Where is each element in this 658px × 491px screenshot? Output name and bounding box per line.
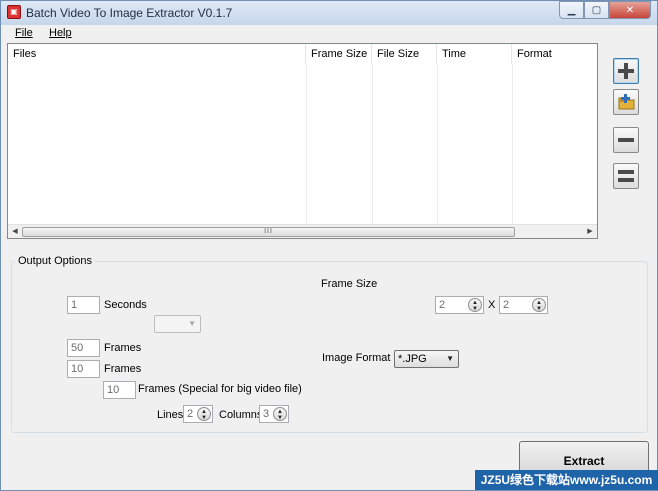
time-unit-select[interactable]: ▼ — [154, 315, 201, 333]
spinner-arrows-icon[interactable]: ▲ ▼ — [468, 298, 482, 312]
menu-help[interactable]: Help — [49, 27, 72, 39]
column-divider — [372, 64, 373, 228]
folder-add-icon — [618, 94, 635, 110]
frames-input-2[interactable]: 10 — [67, 360, 100, 378]
frames-input-1[interactable]: 50 — [67, 339, 100, 357]
lines-spinner[interactable]: 2 ▲ ▼ — [183, 405, 213, 423]
frame-size-separator: X — [488, 299, 496, 311]
scroll-right-arrow-icon[interactable]: ▶ — [585, 227, 595, 237]
seconds-input[interactable]: 1 — [67, 296, 100, 314]
minimize-button[interactable]: ▁ — [559, 1, 584, 19]
chevron-down-icon: ▼ — [446, 354, 454, 363]
add-folder-button[interactable] — [613, 89, 639, 115]
frames-label-2: Frames — [104, 363, 142, 375]
scroll-left-arrow-icon[interactable]: ◀ — [10, 227, 20, 237]
watermark-banner: JZ5U绿色下载站www.jz5u.com — [475, 470, 658, 490]
frame-size-label: Frame Size — [321, 278, 378, 290]
plus-icon — [618, 63, 634, 79]
lines-value: 2 — [187, 408, 194, 420]
clear-list-button[interactable] — [613, 163, 639, 189]
window-title: Batch Video To Image Extractor V0.1.7 — [26, 6, 233, 20]
close-button[interactable]: ✕ — [609, 1, 651, 19]
clear-list-icon — [618, 170, 634, 182]
column-file-size[interactable]: File Size — [372, 44, 437, 64]
frame-width-spinner[interactable]: 2 ▲ ▼ — [435, 296, 484, 314]
frames-label-3: Frames (Special for big video file) — [138, 383, 302, 395]
minimize-icon: ▁ — [567, 4, 576, 16]
spinner-arrows-icon[interactable]: ▲ ▼ — [273, 407, 287, 421]
close-icon: ✕ — [625, 4, 635, 16]
file-list[interactable]: Files Frame Size File Size Time Format ◀… — [7, 43, 598, 239]
maximize-button[interactable]: ▢ — [584, 1, 609, 19]
lines-label: Lines — [157, 409, 184, 421]
title-bar: ▣ Batch Video To Image Extractor V0.1.7 … — [1, 1, 657, 25]
image-format-label: Image Format — [322, 352, 391, 364]
maximize-icon: ▢ — [591, 4, 602, 16]
frames-input-3[interactable]: 10 — [103, 381, 136, 399]
scrollbar-thumb[interactable]: III — [22, 227, 515, 237]
app-icon: ▣ — [7, 5, 21, 19]
frames-label-1: Frames — [104, 342, 142, 354]
column-frame-size[interactable]: Frame Size — [306, 44, 372, 64]
columns-spinner[interactable]: 3 ▲ ▼ — [259, 405, 289, 423]
column-files[interactable]: Files — [8, 44, 306, 64]
menu-bar: File Help — [1, 25, 657, 43]
app-window: ▣ Batch Video To Image Extractor V0.1.7 … — [0, 0, 658, 491]
column-divider — [437, 64, 438, 228]
columns-value: 3 — [263, 408, 270, 420]
remove-file-button[interactable] — [613, 127, 639, 153]
column-format[interactable]: Format — [512, 44, 596, 64]
column-time[interactable]: Time — [437, 44, 512, 64]
columns-label: Columns — [219, 409, 263, 421]
horizontal-scrollbar[interactable]: ◀ III ▶ — [8, 224, 597, 238]
spinner-arrows-icon[interactable]: ▲ ▼ — [197, 407, 211, 421]
frame-width-value: 2 — [439, 299, 446, 311]
seconds-label: Seconds — [104, 299, 147, 311]
output-options-title: Output Options — [15, 255, 95, 267]
chevron-down-icon: ▼ — [188, 319, 196, 328]
window-controls: ▁ ▢ ✕ — [559, 1, 651, 19]
frame-height-spinner[interactable]: 2 ▲ ▼ — [499, 296, 548, 314]
column-divider — [512, 64, 513, 228]
image-format-select[interactable]: *.JPG ▼ — [394, 350, 459, 368]
column-divider — [306, 64, 307, 228]
spinner-arrows-icon[interactable]: ▲ ▼ — [532, 298, 546, 312]
frame-height-value: 2 — [503, 299, 510, 311]
image-format-value: *.JPG — [398, 353, 427, 365]
file-list-header: Files Frame Size File Size Time Format — [8, 44, 597, 64]
add-file-button[interactable] — [613, 58, 639, 84]
menu-file[interactable]: File — [15, 27, 33, 39]
minus-icon — [618, 138, 634, 142]
